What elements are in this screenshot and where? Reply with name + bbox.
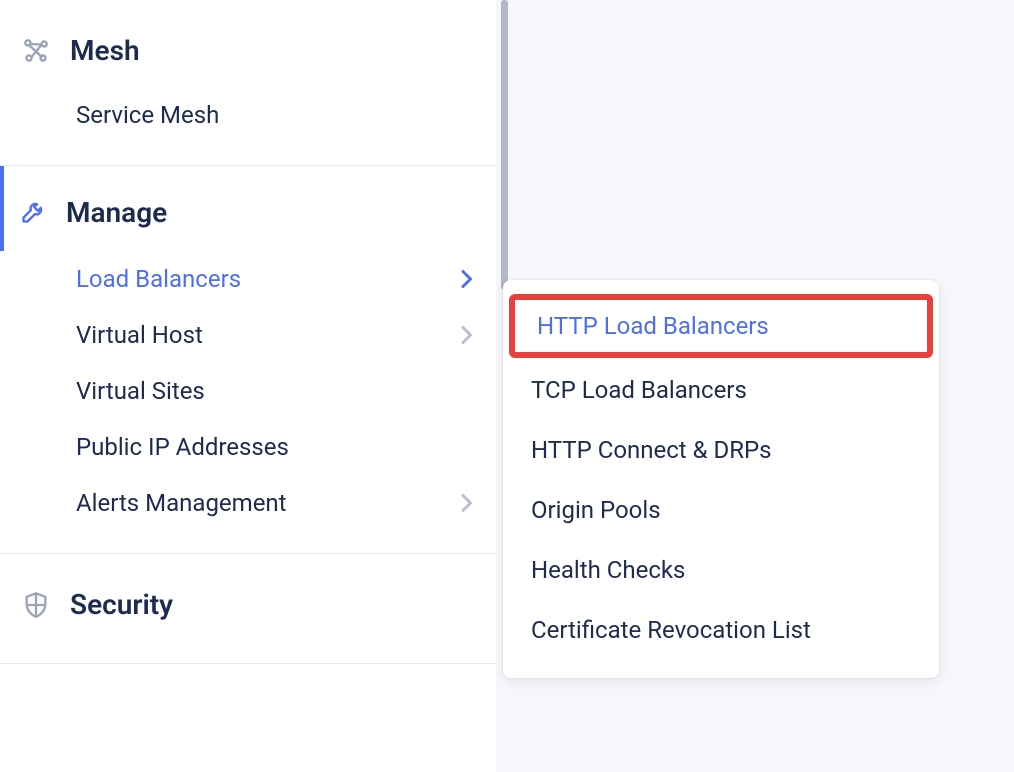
flyout-item-http-load-balancers[interactable]: HTTP Load Balancers <box>509 294 933 358</box>
scrollbar[interactable] <box>496 0 514 290</box>
flyout-item-label: Certificate Revocation List <box>531 616 811 644</box>
sidebar-section-mesh: Mesh Service Mesh <box>0 0 496 165</box>
flyout-item-label: HTTP Connect & DRPs <box>531 436 772 464</box>
chevron-right-icon <box>460 270 472 288</box>
sidebar-header-manage[interactable]: Manage <box>0 166 496 251</box>
sidebar: Mesh Service Mesh Manage Load Balancers … <box>0 0 496 772</box>
sidebar-item-virtual-host[interactable]: Virtual Host <box>0 307 496 363</box>
sidebar-item-load-balancers[interactable]: Load Balancers <box>0 251 496 307</box>
sidebar-section-manage: Manage Load Balancers Virtual Host Virtu… <box>0 166 496 553</box>
sidebar-section-security: Security <box>0 554 496 663</box>
sidebar-label-security: Security <box>70 588 173 621</box>
sidebar-label-manage: Manage <box>66 196 167 229</box>
chevron-right-icon <box>460 494 472 512</box>
chevron-right-icon <box>460 326 472 344</box>
flyout-item-http-connect-drps[interactable]: HTTP Connect & DRPs <box>503 420 939 480</box>
sidebar-item-alerts-management[interactable]: Alerts Management <box>0 475 496 531</box>
sidebar-item-service-mesh[interactable]: Service Mesh <box>0 87 496 143</box>
flyout-item-label: HTTP Load Balancers <box>537 312 769 340</box>
sidebar-item-label: Service Mesh <box>76 101 219 129</box>
sidebar-header-mesh[interactable]: Mesh <box>0 0 496 87</box>
flyout-load-balancers: HTTP Load Balancers TCP Load Balancers H… <box>503 280 939 678</box>
flyout-item-label: Origin Pools <box>531 496 661 524</box>
flyout-item-tcp-load-balancers[interactable]: TCP Load Balancers <box>503 360 939 420</box>
sidebar-item-label: Load Balancers <box>76 265 241 293</box>
sidebar-item-label: Public IP Addresses <box>76 433 289 461</box>
sidebar-item-label: Alerts Management <box>76 489 287 517</box>
sidebar-header-security[interactable]: Security <box>0 554 496 641</box>
sidebar-item-public-ip-addresses[interactable]: Public IP Addresses <box>0 419 496 475</box>
mesh-icon <box>20 35 52 67</box>
sidebar-item-virtual-sites[interactable]: Virtual Sites <box>0 363 496 419</box>
flyout-item-label: Health Checks <box>531 556 685 584</box>
flyout-item-health-checks[interactable]: Health Checks <box>503 540 939 600</box>
wrench-icon <box>20 197 48 229</box>
sidebar-item-label: Virtual Host <box>76 321 203 349</box>
flyout-item-label: TCP Load Balancers <box>531 376 747 404</box>
sidebar-item-label: Virtual Sites <box>76 377 205 405</box>
shield-icon <box>20 589 52 621</box>
flyout-item-certificate-revocation-list[interactable]: Certificate Revocation List <box>503 600 939 660</box>
divider <box>0 663 496 664</box>
sidebar-label-mesh: Mesh <box>70 34 140 67</box>
flyout-item-origin-pools[interactable]: Origin Pools <box>503 480 939 540</box>
scrollbar-thumb[interactable] <box>501 0 508 290</box>
